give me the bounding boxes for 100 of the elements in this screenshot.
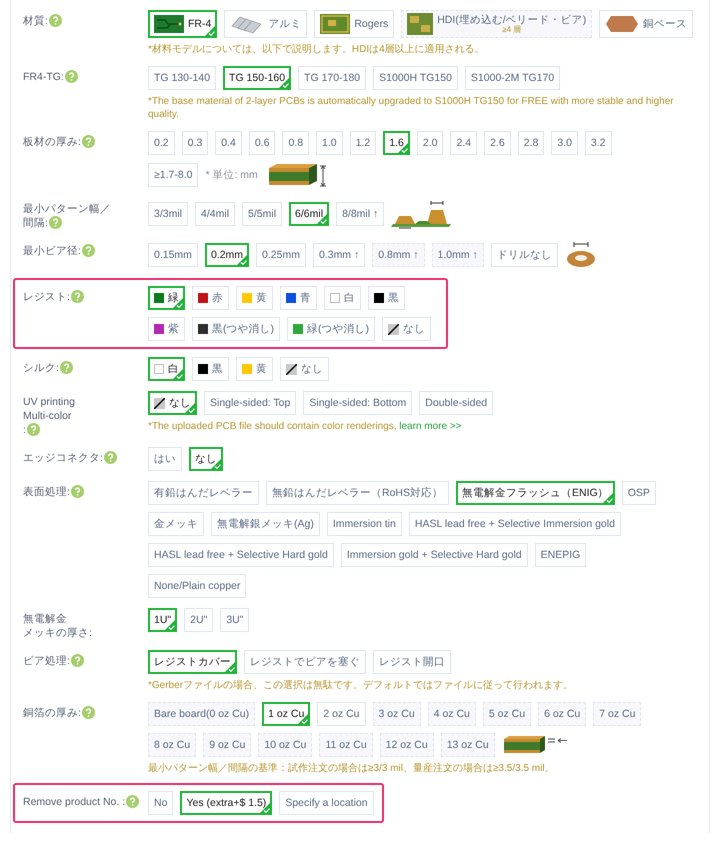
field-label: 銅箔の厚み: [23,707,81,719]
option-button[interactable]: 緑(つや消し) [287,317,375,341]
option-button[interactable]: TG 130-140 [148,66,216,90]
unit-label: * 単位: mm [205,168,258,182]
option-button[interactable]: 1.0 [316,131,343,155]
option-button[interactable]: 0.2 [148,131,175,155]
option-button[interactable]: 2.4 [450,131,478,155]
option-button[interactable]: 紫 [148,317,185,341]
option-button[interactable]: TG 150-160 [223,66,292,90]
option-button[interactable]: 2.8 [518,131,544,155]
option-button[interactable]: ドリルなし [490,243,558,267]
option-button[interactable]: ≥1.7-8.0 [148,163,198,187]
option-button[interactable]: 金メッキ [148,512,204,536]
option-button[interactable]: 黄 [236,286,273,310]
option-button[interactable]: Double-sided [419,391,494,415]
field-label: エッジコネクタ: [23,452,103,464]
option-button[interactable]: None/Plain copper [148,574,246,598]
option-button[interactable]: 無電解金フラッシュ（ENIG） [456,481,615,505]
option-button[interactable]: Single-sided: Top [204,391,296,415]
option-button[interactable]: S1000-2M TG170 [464,66,560,90]
note-text: *Gerberファイルの場合、この選択は無駄です。デフォルトではファイルに従って行われます。 [148,679,574,692]
option-button[interactable]: 1.6 [383,131,410,155]
option-button[interactable]: Rogers [314,10,394,38]
field-label: 材質: [23,15,48,27]
option-button[interactable]: なし [148,391,197,415]
option-button[interactable]: 青 [280,286,317,310]
option-button[interactable]: HASL lead free + Selective Hard gold [148,543,334,567]
option-button[interactable]: ENEPIG [534,543,586,567]
field-label: レジスト: [23,291,70,303]
option-button[interactable]: 無鉛はんだレベラー（RoHS対応） [266,481,450,505]
option-button[interactable]: 2 oz Cu [317,702,366,726]
field-label: FR4-TG: [23,71,64,83]
option-button[interactable]: Yes (extra+$ 1.5) [180,791,272,815]
option-button[interactable]: 黒(つや消し) [192,317,280,341]
option-button[interactable]: 3/3mil [148,202,188,226]
option-button[interactable]: TG 170-180 [298,66,366,90]
option-button[interactable]: 0.8 [282,131,310,155]
option-button[interactable]: HASL lead free + Selective Immersion gold [408,512,621,536]
option-button[interactable]: 白 [148,357,185,381]
option-button[interactable]: なし [280,357,329,381]
option-button[interactable]: 3.0 [551,131,578,155]
note-text: *The base material of 2-layer PCBs is automatically upgraded to S1000H TG150 for FREE with more stable and higher quality. [148,95,675,121]
option-button[interactable]: 0.6 [248,131,276,155]
option-button[interactable]: 5/5mil [242,202,282,226]
option-button[interactable]: 1 oz Cu [262,702,310,726]
option-button[interactable]: Specify a location [279,791,374,815]
option-button[interactable]: Immersion tin [326,512,402,536]
option-button[interactable]: 0.15mm [148,243,198,267]
option-button[interactable]: 0.4 [215,131,242,155]
option-button[interactable]: Single-sided: Bottom [303,391,412,415]
note-text: *材料モデルについては、以下で説明します。HDIは4層以上に適用される。 [148,43,486,56]
option-button[interactable]: アルミ [224,10,308,38]
option-button[interactable]: 3.2 [584,131,612,155]
learn-more-link[interactable]: learn more >> [399,421,462,432]
option-button[interactable]: OSP [622,481,656,505]
option-button[interactable]: 黄 [236,357,273,381]
option-button[interactable]: 0.25mm [256,243,306,267]
option-button[interactable]: 0.3 [182,131,208,155]
option-button[interactable]: 3U" [220,608,250,632]
field-label: 無電解金 [23,612,67,626]
option-button[interactable]: 黒 [368,286,405,310]
option-button[interactable]: FR-4 [148,10,218,38]
field-label: 間隔: [23,217,48,229]
option-button[interactable]: 0.3mm ↑ [312,243,366,267]
option-button[interactable]: Immersion gold + Selective Hard gold [340,543,528,567]
field-label: ビア処理: [23,655,70,667]
option-button[interactable]: 無電解銀メッキ(Ag) [211,512,320,536]
option-button[interactable]: 8/8mil ↑ [336,202,384,226]
option-button[interactable]: 赤 [192,286,229,310]
option-button[interactable]: 1U" [148,608,178,632]
option-button[interactable]: 黒 [192,357,229,381]
note-text: 最小パターン幅／間隔の基準：試作注文の場合は≥3/3 mil、量産注文の場合は≥3.5/3.5 mil。 [148,762,556,775]
option-button[interactable]: 1.2 [350,131,376,155]
field-label: 板材の厚み: [23,136,81,148]
field-label: Remove product No. : [23,796,126,808]
option-button[interactable]: 4/4mil [195,202,236,226]
field-label: メッキの厚さ: [23,627,92,639]
option-button[interactable]: S1000H TG150 [373,66,458,90]
field-label: 最小パターン幅／ [23,202,111,216]
option-button[interactable]: レジストでビアを塞ぐ [244,650,366,674]
field-label: UV printing [23,395,75,409]
option-button[interactable]: 6/6mil [289,202,330,226]
option-button[interactable]: 白 [324,286,361,310]
option-button[interactable]: 銅ベース [599,10,694,38]
option-button[interactable]: なし [189,447,223,471]
field-label: 最小ビア径: [23,245,81,257]
option-button[interactable]: なし [382,317,431,341]
option-button[interactable]: 0.2mm [204,243,250,267]
option-button[interactable]: 有鉛はんだレベラー [148,481,259,505]
option-button[interactable]: No [148,791,174,815]
option-button[interactable]: レジストカバー [148,650,237,674]
option-button[interactable]: 2U" [184,608,214,632]
field-label: 表面処理: [23,486,70,498]
option-button[interactable]: レジスト開口 [373,650,451,674]
option-button[interactable]: 2.6 [484,131,511,155]
field-label: シルク: [23,362,59,374]
option-button[interactable]: 緑 [148,286,185,310]
option-button[interactable]: 2.0 [416,131,444,155]
note-text: *The uploaded PCB file should contain color renderings, learn more >> [148,420,463,433]
option-button[interactable]: はい [148,447,182,471]
